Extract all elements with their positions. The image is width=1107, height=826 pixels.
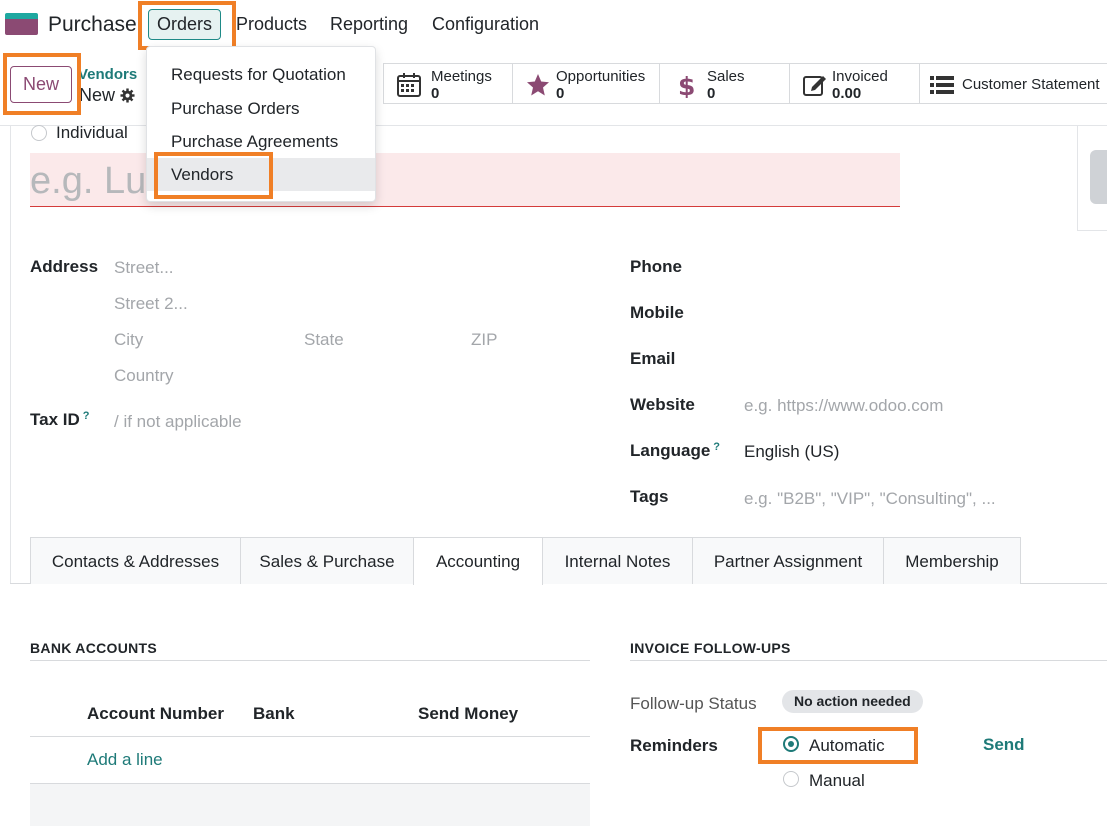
menu-reporting[interactable]: Reporting xyxy=(330,14,408,35)
calendar-icon xyxy=(397,73,421,97)
language-help-icon[interactable]: ? xyxy=(713,441,720,453)
website-label: Website xyxy=(630,395,695,414)
breadcrumb-current: New xyxy=(79,85,116,105)
invoiced-amount: 0.00 xyxy=(832,85,862,102)
reminder-manual-label: Manual xyxy=(809,771,865,790)
add-a-line-link[interactable]: Add a line xyxy=(87,750,163,770)
city-input[interactable]: City xyxy=(114,330,143,350)
bank-accounts-divider xyxy=(30,660,590,661)
smart-button-meetings[interactable]: Meetings 0 xyxy=(383,63,513,104)
tab-contacts-addresses[interactable]: Contacts & Addresses xyxy=(30,537,241,584)
tax-id-label: Tax ID? xyxy=(30,410,90,429)
send-button[interactable]: Send xyxy=(983,735,1025,755)
gear-icon[interactable] xyxy=(120,88,135,103)
tags-input[interactable]: e.g. "B2B", "VIP", "Consulting", ... xyxy=(744,489,996,509)
reminder-automatic-radio[interactable] xyxy=(783,736,799,752)
opportunities-count: 0 xyxy=(556,85,565,102)
reminders-label: Reminders xyxy=(630,736,718,755)
tab-membership[interactable]: Membership xyxy=(883,537,1021,584)
smart-button-opportunities[interactable]: Opportunities 0 xyxy=(512,63,660,104)
street-input[interactable]: Street... xyxy=(114,258,174,278)
opportunities-label: Opportunities xyxy=(556,68,646,85)
breadcrumb-vendors[interactable]: Vendors xyxy=(78,66,137,83)
top-navbar: Purchase Orders Products Reporting Confi… xyxy=(0,0,1107,50)
col-bank[interactable]: Bank xyxy=(253,704,295,724)
invoiced-label: Invoiced xyxy=(832,68,888,85)
language-label: Language? xyxy=(630,441,721,460)
followups-divider xyxy=(630,660,1107,661)
svg-text:$: $ xyxy=(678,72,695,98)
tags-label: Tags xyxy=(630,487,669,506)
chatter-toggle[interactable] xyxy=(1090,150,1107,204)
tab-sales-purchase[interactable]: Sales & Purchase xyxy=(240,537,414,584)
reminder-automatic-label: Automatic xyxy=(809,736,885,755)
sheet-left-border xyxy=(10,125,11,583)
list-icon xyxy=(930,76,954,94)
invoice-followups-title: INVOICE FOLLOW-UPS xyxy=(630,640,791,656)
menu-item-purchase-orders[interactable]: Purchase Orders xyxy=(147,92,375,125)
email-label: Email xyxy=(630,349,676,368)
tab-accounting[interactable]: Accounting xyxy=(413,537,543,585)
phone-label: Phone xyxy=(630,257,682,276)
app-name[interactable]: Purchase xyxy=(48,13,137,37)
menu-configuration[interactable]: Configuration xyxy=(432,14,539,35)
orders-dropdown-menu: Requests for Quotation Purchase Orders P… xyxy=(146,46,376,202)
website-input[interactable]: e.g. https://www.odoo.com xyxy=(744,396,943,416)
reminder-manual-radio[interactable] xyxy=(783,771,799,787)
col-send-money[interactable]: Send Money xyxy=(418,704,518,724)
menu-products[interactable]: Products xyxy=(236,14,307,35)
language-select[interactable]: English (US) xyxy=(744,442,839,462)
tab-partner-assignment[interactable]: Partner Assignment xyxy=(692,537,884,584)
vendor-name-placeholder: e.g. Lu xyxy=(30,160,147,202)
street2-input[interactable]: Street 2... xyxy=(114,294,188,314)
pencil-square-icon xyxy=(803,76,826,96)
individual-radio[interactable] xyxy=(31,125,47,141)
menu-orders[interactable]: Orders xyxy=(148,9,221,40)
tab-internal-notes[interactable]: Internal Notes xyxy=(542,537,693,584)
menu-item-purchase-agreements[interactable]: Purchase Agreements xyxy=(147,125,375,158)
table-header-divider xyxy=(30,736,590,737)
meetings-label: Meetings xyxy=(431,68,492,85)
smart-button-invoiced[interactable]: Invoiced 0.00 xyxy=(789,63,920,104)
tax-id-input[interactable]: / if not applicable xyxy=(114,412,242,432)
new-button[interactable]: New xyxy=(10,66,72,103)
bank-accounts-title: BANK ACCOUNTS xyxy=(30,640,158,656)
tax-id-help-icon[interactable]: ? xyxy=(83,410,90,422)
smart-button-customer-statement[interactable]: Customer Statement xyxy=(919,63,1107,104)
purchase-app-icon[interactable] xyxy=(5,13,38,35)
country-select[interactable]: Country xyxy=(114,366,174,386)
smart-button-sales[interactable]: $ Sales 0 xyxy=(659,63,790,104)
state-select[interactable]: State xyxy=(304,330,344,350)
followup-status-badge: No action needed xyxy=(782,690,923,713)
sales-count: 0 xyxy=(707,85,716,102)
individual-label: Individual xyxy=(56,123,128,142)
menu-item-requests-for-quotation[interactable]: Requests for Quotation xyxy=(147,58,375,91)
menu-item-vendors[interactable]: Vendors xyxy=(147,158,375,191)
sales-label: Sales xyxy=(707,68,745,85)
meetings-count: 0 xyxy=(431,85,440,102)
customer-statement-label: Customer Statement xyxy=(962,76,1100,93)
zip-input[interactable]: ZIP xyxy=(471,330,497,350)
followup-status-label: Follow-up Status xyxy=(630,694,757,713)
table-empty-area xyxy=(30,784,590,826)
mobile-label: Mobile xyxy=(630,303,684,322)
address-label: Address xyxy=(30,257,99,276)
dollar-icon: $ xyxy=(678,72,695,98)
star-icon xyxy=(527,74,549,96)
col-account-number[interactable]: Account Number xyxy=(87,704,224,724)
